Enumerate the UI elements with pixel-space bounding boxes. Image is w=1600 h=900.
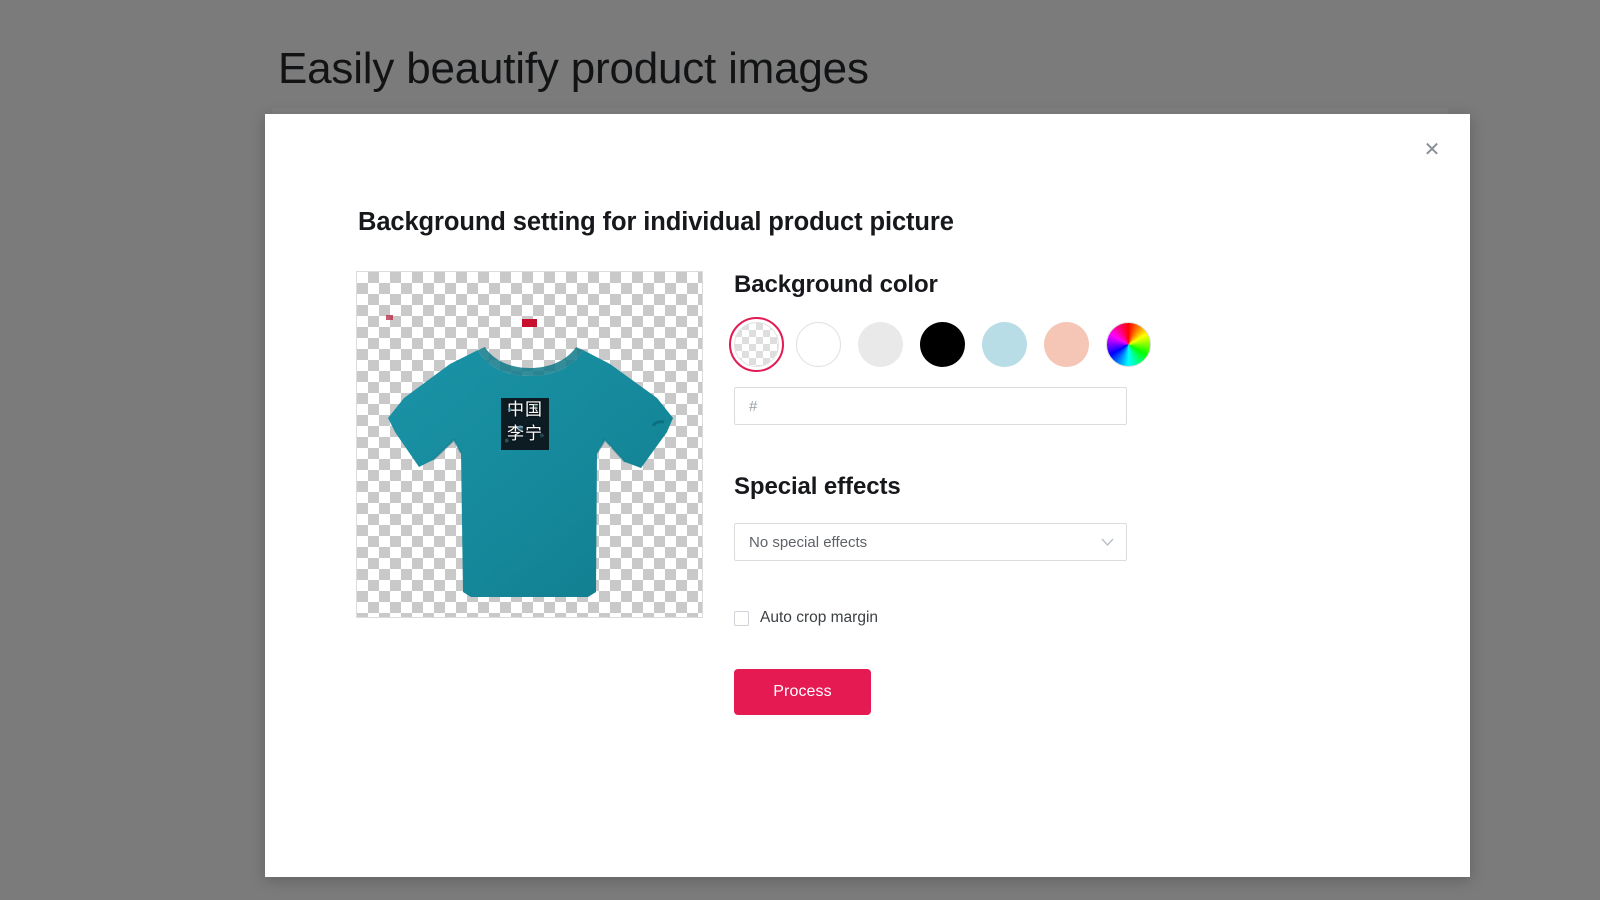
page-title: Easily beautify product images [278, 44, 869, 94]
settings-panel: Background color Special effects No spec… [734, 271, 1134, 715]
special-effects-value: No special effects [749, 534, 867, 551]
swatch-light-gray[interactable] [858, 322, 903, 367]
process-button[interactable]: Process [734, 669, 871, 715]
background-color-swatches [734, 322, 1134, 367]
auto-crop-margin-label: Auto crop margin [760, 609, 878, 627]
chest-graphic: 中国 李宁 [501, 398, 549, 450]
chest-graphic-line-2: 李宁 [501, 422, 549, 446]
chest-graphic-line-1: 中国 [501, 398, 549, 422]
swatch-black[interactable] [920, 322, 965, 367]
product-image-preview: 中国 李宁 [356, 271, 703, 618]
swatch-transparent[interactable] [734, 322, 779, 367]
image-corner-mark [386, 315, 393, 320]
background-color-heading: Background color [734, 271, 1134, 299]
special-effects-select[interactable]: No special effects [734, 523, 1127, 561]
swatch-white[interactable] [796, 322, 841, 367]
background-setting-dialog: ✕ Background setting for individual prod… [265, 114, 1470, 877]
close-icon[interactable]: ✕ [1414, 132, 1450, 168]
hex-color-input[interactable] [734, 387, 1127, 425]
auto-crop-margin-row[interactable]: Auto crop margin [734, 609, 1134, 627]
special-effects-heading: Special effects [734, 473, 1134, 501]
neck-brand-tag [522, 319, 537, 327]
dialog-title: Background setting for individual produc… [358, 208, 954, 237]
chevron-down-icon [1101, 538, 1114, 547]
swatch-color-wheel-icon[interactable] [1106, 322, 1151, 367]
swatch-salmon[interactable] [1044, 322, 1089, 367]
auto-crop-margin-checkbox[interactable] [734, 611, 749, 626]
swatch-light-blue[interactable] [982, 322, 1027, 367]
